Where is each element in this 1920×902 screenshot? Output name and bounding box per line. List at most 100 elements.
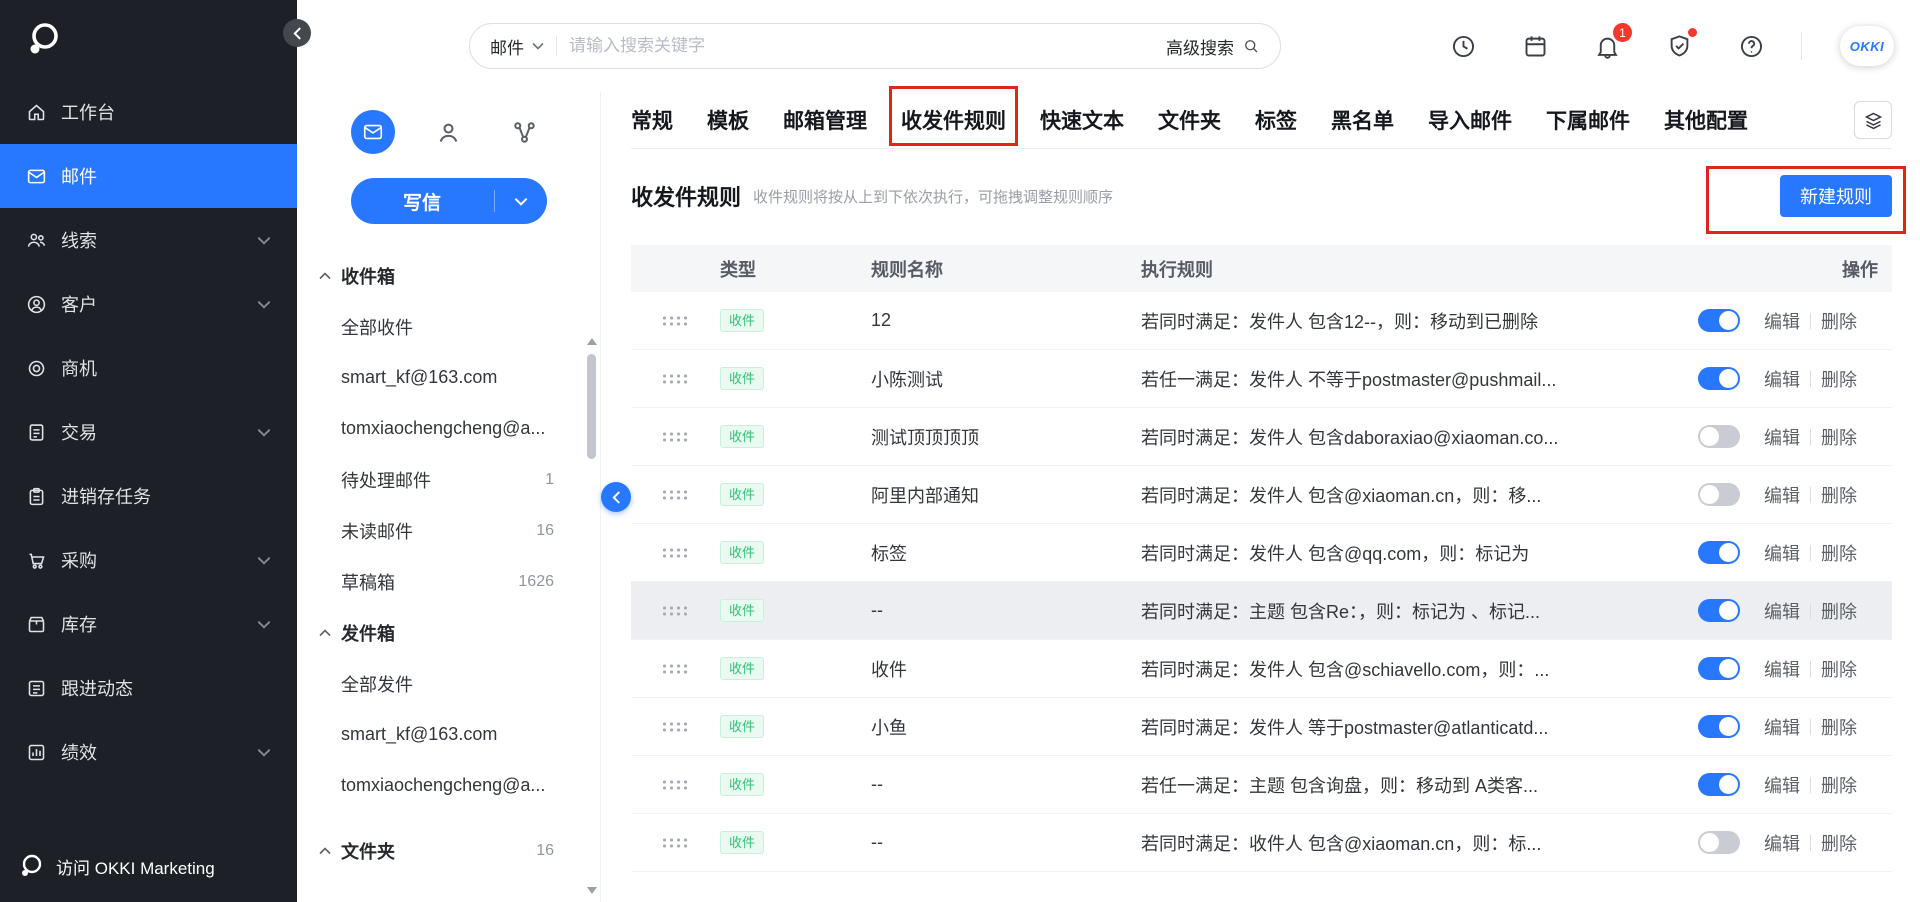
scroll-up-arrow[interactable] [587,338,597,345]
history-button[interactable] [1449,32,1477,60]
edit-link[interactable]: 编辑 [1764,540,1800,566]
delete-link[interactable]: 删除 [1821,772,1857,798]
delete-link[interactable]: 删除 [1821,482,1857,508]
search-scope-dropdown[interactable]: 邮件 [490,34,544,59]
rule-toggle[interactable] [1698,831,1740,854]
nav-item-follow-ups[interactable]: 跟进动态 [0,656,297,720]
delete-link[interactable]: 删除 [1821,598,1857,624]
notifications-button[interactable]: 1 [1593,23,1632,60]
edit-link[interactable]: 编辑 [1764,714,1800,740]
drag-handle[interactable] [631,489,701,500]
settings-layers-button[interactable] [1854,101,1892,139]
tab-quick-text[interactable]: 快速文本 [1040,105,1124,135]
edit-link[interactable]: 编辑 [1764,830,1800,856]
folder-item-pending[interactable]: 待处理邮件 1 [297,454,600,505]
delete-link[interactable]: 删除 [1821,714,1857,740]
delete-link[interactable]: 删除 [1821,308,1857,334]
edit-link[interactable]: 编辑 [1764,772,1800,798]
tab-import-mail[interactable]: 导入邮件 [1428,105,1512,135]
new-rule-button[interactable]: 新建规则 [1780,175,1892,217]
calendar-button[interactable] [1521,32,1549,60]
panel-collapse-button[interactable] [601,482,631,512]
brand-logo[interactable] [0,0,297,80]
tab-general[interactable]: 常规 [631,105,673,135]
nav-item-inventory[interactable]: 库存 [0,592,297,656]
drag-handle[interactable] [631,431,701,442]
edit-link[interactable]: 编辑 [1764,366,1800,392]
edit-link[interactable]: 编辑 [1764,308,1800,334]
okki-brand-badge[interactable]: OKKI [1840,26,1894,66]
org-view-tab[interactable] [503,110,547,154]
drag-handle[interactable] [631,837,701,848]
folder-group-inbox[interactable]: 收件箱 [297,250,600,301]
okki-marketing-link[interactable]: 访问 OKKI Marketing [0,830,297,902]
delete-link[interactable]: 删除 [1821,366,1857,392]
rule-toggle[interactable] [1698,657,1740,680]
folder-item-all-sent[interactable]: 全部发件 [297,658,600,709]
edit-link[interactable]: 编辑 [1764,424,1800,450]
nav-item-leads[interactable]: 线索 [0,208,297,272]
drag-handle[interactable] [631,663,701,674]
nav-collapse-button[interactable] [283,19,311,47]
drag-handle[interactable] [631,547,701,558]
drag-handle[interactable] [631,315,701,326]
rule-toggle[interactable] [1698,367,1740,390]
edit-link[interactable]: 编辑 [1764,656,1800,682]
delete-link[interactable]: 删除 [1821,830,1857,856]
nav-item-performance[interactable]: 绩效 [0,720,297,784]
delete-link[interactable]: 删除 [1821,656,1857,682]
drag-handle[interactable] [631,779,701,790]
tab-templates[interactable]: 模板 [707,105,749,135]
compose-button[interactable]: 写信 [350,178,547,224]
nav-item-procurement[interactable]: 采购 [0,528,297,592]
folder-item-account-tom[interactable]: tomxiaochengcheng@a... [297,403,600,454]
scroll-down-arrow[interactable] [587,887,597,894]
drag-handle[interactable] [631,373,701,384]
mail-sidebar-scrollbar[interactable] [586,338,597,894]
drag-handle[interactable] [631,721,701,732]
folder-item-drafts[interactable]: 草稿箱 1626 [297,556,600,607]
folder-group-folders[interactable]: 文件夹 16 [297,825,600,876]
nav-item-customers[interactable]: 客户 [0,272,297,336]
contacts-view-tab[interactable] [427,110,471,154]
tab-labels[interactable]: 标签 [1255,105,1297,135]
compose-dropdown[interactable] [495,197,547,206]
nav-item-workbench[interactable]: 工作台 [0,80,297,144]
rule-toggle[interactable] [1698,425,1740,448]
tab-folders[interactable]: 文件夹 [1158,105,1221,135]
mail-view-tab[interactable] [350,110,395,154]
rule-toggle[interactable] [1698,599,1740,622]
nav-item-transactions[interactable]: 交易 [0,400,297,464]
security-button[interactable] [1665,28,1697,60]
tab-mailbox-management[interactable]: 邮箱管理 [783,105,867,135]
edit-link[interactable]: 编辑 [1764,482,1800,508]
help-button[interactable] [1737,32,1765,60]
rule-toggle[interactable] [1698,715,1740,738]
folder-item-sent-tom[interactable]: tomxiaochengcheng@a... [297,760,600,811]
scrollbar-thumb[interactable] [587,354,596,459]
delete-link[interactable]: 删除 [1821,540,1857,566]
rule-toggle[interactable] [1698,309,1740,332]
folder-item-unread[interactable]: 未读邮件 16 [297,505,600,556]
tab-blacklist[interactable]: 黑名单 [1331,105,1394,135]
tab-send-receive-rules[interactable]: 收发件规则 [901,105,1006,135]
delete-link[interactable]: 删除 [1821,424,1857,450]
nav-item-mail[interactable]: 邮件 [0,144,297,208]
rule-description: 若同时满足：发件人 包含12--，则：移动到已删除 [1141,311,1539,332]
rule-toggle[interactable] [1698,773,1740,796]
tab-other-settings[interactable]: 其他配置 [1664,105,1748,135]
advanced-search-button[interactable]: 高级搜索 [1166,34,1260,59]
rule-toggle[interactable] [1698,483,1740,506]
nav-item-opportunities[interactable]: 商机 [0,336,297,400]
edit-link[interactable]: 编辑 [1764,598,1800,624]
folder-item-all-inbox[interactable]: 全部收件 [297,301,600,352]
search-bar[interactable]: 邮件 高级搜索 [469,23,1281,69]
drag-handle[interactable] [631,605,701,616]
rule-toggle[interactable] [1698,541,1740,564]
folder-item-account-163[interactable]: smart_kf@163.com [297,352,600,403]
search-input[interactable] [569,36,1154,56]
tab-subordinate-mail[interactable]: 下属邮件 [1546,105,1630,135]
nav-item-inventory-tasks[interactable]: 进销存任务 [0,464,297,528]
folder-group-outbox[interactable]: 发件箱 [297,607,600,658]
folder-item-sent-163[interactable]: smart_kf@163.com [297,709,600,760]
